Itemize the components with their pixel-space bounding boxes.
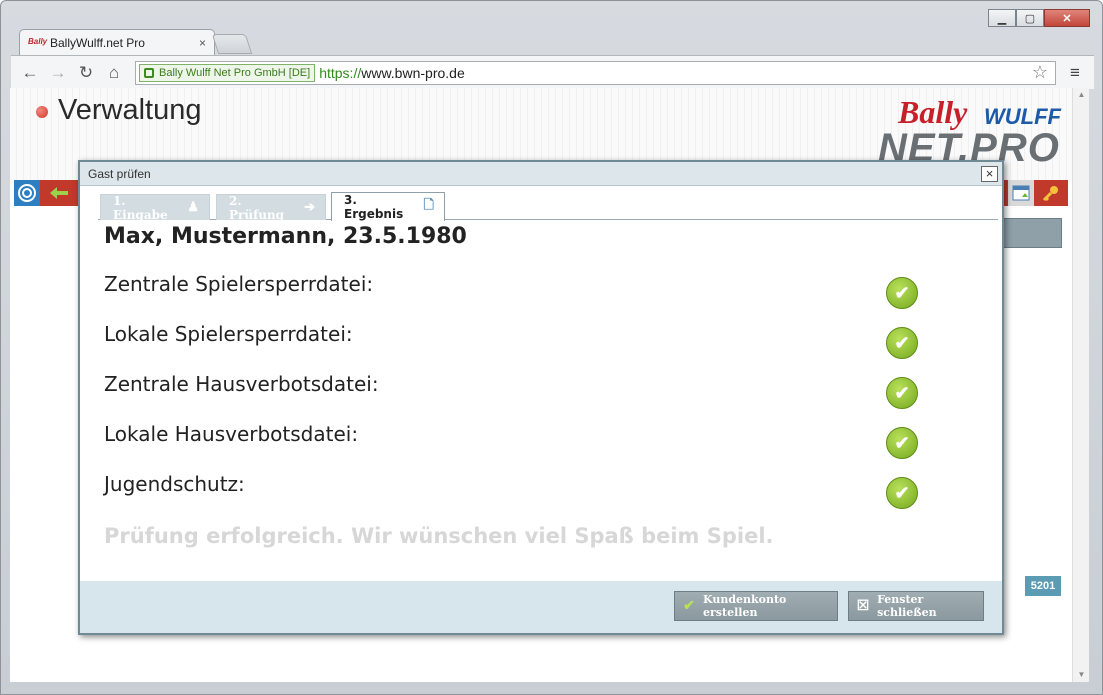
url-scheme: https:// — [319, 64, 362, 81]
dialog-close-icon[interactable]: × — [981, 166, 998, 182]
check-label: Zentrale Hausverbotsdatei: — [104, 372, 379, 396]
bally-favicon-icon: Bally — [28, 36, 48, 46]
tab-ergebnis-label: 3. Ergebnis — [344, 193, 404, 221]
green-check-icon: ✔ — [886, 377, 918, 409]
tab-title: BallyWulff.net Pro — [50, 35, 145, 50]
back-arrow-icon[interactable]: ← — [19, 62, 41, 84]
dialog-footer: ✔ Kundenkonto erstellen ☒ Fenster schlie… — [80, 581, 1002, 633]
browser-toolbar: ← → ↻ ⌂ Bally Wulff Net Pro GmbH [DE] ht… — [11, 55, 1094, 89]
guest-check-dialog: Gast prüfen × 1. Eingabe ♟ 2. Prüfung ➔ … — [78, 160, 1004, 635]
minimize-button[interactable]: ▁ — [988, 9, 1016, 27]
green-check-icon: ✔ — [886, 327, 918, 359]
dialog-titlebar: Gast prüfen — [80, 162, 1002, 186]
check-label: Lokale Hausverbotsdatei: — [104, 422, 359, 446]
image-icon[interactable] — [1008, 180, 1034, 206]
guest-name: Max, Mustermann, 23.5.1980 — [104, 224, 467, 249]
back-green-arrow-icon[interactable] — [46, 180, 72, 206]
create-account-button[interactable]: ✔ Kundenkonto erstellen — [674, 591, 838, 621]
tab-eingabe[interactable]: 1. Eingabe ♟ — [100, 193, 210, 222]
key-icon[interactable] — [1038, 180, 1064, 206]
browser-tab[interactable]: Bally BallyWulff.net Pro × — [19, 29, 215, 55]
dialog-title: Gast prüfen — [88, 166, 151, 181]
check-label: Lokale Spielersperrdatei: — [104, 322, 353, 346]
browser-menu-icon[interactable]: ≡ — [1064, 63, 1086, 83]
dialog-tabs: 1. Eingabe ♟ 2. Prüfung ➔ 3. Ergebnis 🗋 — [98, 192, 998, 222]
tab-eingabe-label: 1. Eingabe — [113, 193, 168, 222]
ev-label: Bally Wulff Net Pro GmbH [DE] — [159, 66, 311, 79]
page-title: Verwaltung — [58, 94, 202, 126]
checkmark-icon: ✔ — [683, 598, 695, 614]
window-controls: ▁ ▢ ✕ — [988, 9, 1090, 27]
tab-close-icon[interactable]: × — [199, 36, 206, 50]
close-window-dialog-button[interactable]: ☒ Fenster schließen — [848, 591, 984, 621]
page-scrollbar[interactable]: ▲ ▼ — [1072, 88, 1089, 682]
background-panel — [998, 218, 1062, 248]
target-icon[interactable] — [14, 180, 40, 206]
document-icon: 🗋 — [423, 198, 434, 213]
reload-icon[interactable]: ↻ — [75, 62, 97, 84]
check-row: Lokale Spielersperrdatei: ✔ — [104, 322, 924, 359]
status-dot-icon — [36, 106, 48, 118]
ev-certificate-badge[interactable]: Bally Wulff Net Pro GmbH [DE] — [139, 63, 316, 82]
url-host: www.bwn-pro.de — [361, 64, 465, 81]
check-row: Jugendschutz: ✔ — [104, 472, 924, 509]
address-bar[interactable]: Bally Wulff Net Pro GmbH [DE] https:// w… — [135, 60, 1056, 85]
scroll-up-icon[interactable]: ▲ — [1073, 88, 1090, 102]
green-check-icon: ✔ — [886, 477, 918, 509]
check-row: Zentrale Hausverbotsdatei: ✔ — [104, 372, 924, 409]
check-row: Lokale Hausverbotsdatei: ✔ — [104, 422, 924, 459]
forward-arrow-icon[interactable]: → — [47, 62, 69, 84]
create-account-label: Kundenkonto erstellen — [703, 593, 787, 619]
person-icon: ♟ — [187, 200, 199, 215]
success-message: Prüfung erfolgreich. Wir wünschen viel S… — [104, 524, 774, 548]
close-box-icon: ☒ — [856, 598, 870, 614]
new-tab-button[interactable] — [211, 34, 253, 54]
scroll-down-icon[interactable]: ▼ — [1073, 668, 1090, 682]
lock-icon — [144, 67, 154, 78]
green-check-icon: ✔ — [886, 427, 918, 459]
green-check-icon: ✔ — [886, 277, 918, 309]
maximize-button[interactable]: ▢ — [1016, 9, 1044, 27]
close-window-button[interactable]: ✕ — [1044, 9, 1090, 27]
arrow-icon: ➔ — [304, 200, 315, 215]
check-label: Zentrale Spielersperrdatei: — [104, 272, 374, 296]
bookmark-star-icon[interactable]: ☆ — [1028, 62, 1052, 83]
bally-wulff-logo: Bally WULFF NET.PRO — [878, 94, 1068, 170]
id-badge: 5201 — [1025, 576, 1061, 596]
check-row: Zentrale Spielersperrdatei: ✔ — [104, 272, 924, 309]
check-label: Jugendschutz: — [104, 472, 245, 496]
close-window-label: Fenster schließen — [877, 593, 937, 619]
tab-pruefung[interactable]: 2. Prüfung ➔ — [216, 193, 326, 222]
tab-ergebnis[interactable]: 3. Ergebnis 🗋 — [331, 192, 445, 221]
tab-pruefung-label: 2. Prüfung — [229, 193, 285, 222]
home-icon[interactable]: ⌂ — [103, 62, 125, 84]
